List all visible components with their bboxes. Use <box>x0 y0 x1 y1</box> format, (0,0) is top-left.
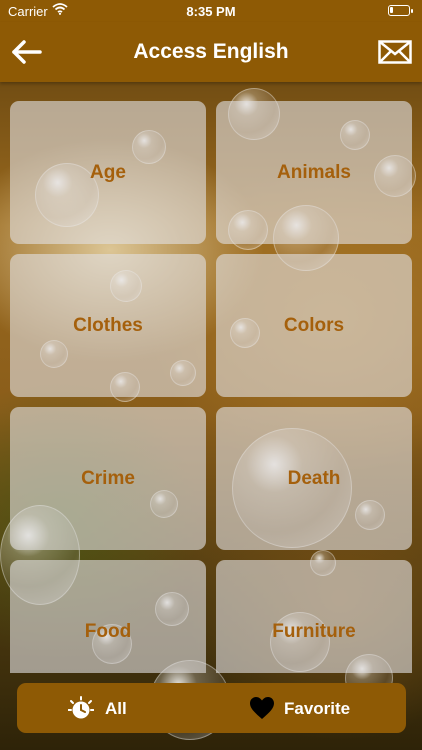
category-tile-colors[interactable]: Colors <box>216 254 412 397</box>
tab-favorite[interactable]: Favorite <box>212 683 406 733</box>
bottom-tab-bar: All Favorite <box>17 683 406 733</box>
nav-bar: Access English <box>0 22 422 82</box>
tab-all-label: All <box>105 699 127 718</box>
mail-button[interactable] <box>378 40 412 66</box>
category-label: Death <box>287 467 341 489</box>
category-tile-death[interactable]: Death <box>216 407 412 550</box>
battery-level <box>390 7 393 13</box>
category-label: Animals <box>277 161 351 183</box>
category-label: Food <box>84 620 132 642</box>
category-tile-age[interactable]: Age <box>10 101 206 244</box>
category-tile-furniture[interactable]: Furniture <box>216 560 412 673</box>
page-title: Access English <box>133 40 289 63</box>
tab-favorite-label: Favorite <box>284 699 351 718</box>
clock-sparkle-icon <box>67 696 95 727</box>
category-grid: Age Animals Clothes Colors Crime Death F… <box>10 101 412 673</box>
status-time: 8:35 PM <box>186 4 236 19</box>
category-label: Furniture <box>272 620 356 642</box>
heart-icon <box>249 696 275 725</box>
category-tile-animals[interactable]: Animals <box>216 101 412 244</box>
category-tile-food[interactable]: Food <box>10 560 206 673</box>
category-tile-crime[interactable]: Crime <box>10 407 206 550</box>
tab-all[interactable]: All <box>17 683 211 733</box>
category-tile-clothes[interactable]: Clothes <box>10 254 206 397</box>
category-label: Crime <box>81 467 135 489</box>
status-bar: Carrier 8:35 PM <box>0 0 422 22</box>
category-label: Clothes <box>73 314 143 336</box>
category-label: Age <box>90 161 126 183</box>
category-label: Colors <box>283 314 345 336</box>
envelope-icon <box>378 40 412 64</box>
battery-icon <box>388 5 413 16</box>
